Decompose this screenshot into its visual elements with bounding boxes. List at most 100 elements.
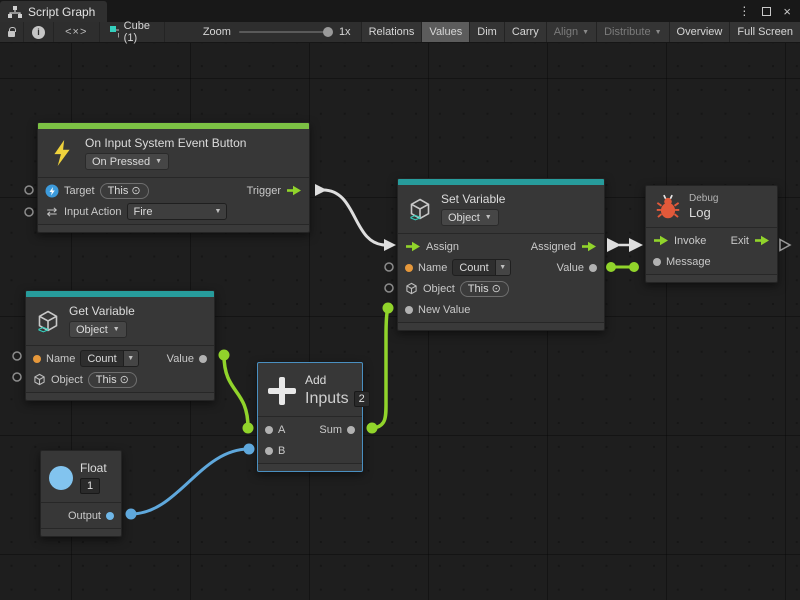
inputs-count-field[interactable]: 2	[354, 391, 370, 407]
zoom-value: 1x	[339, 26, 351, 38]
add-node-header[interactable]: Add Inputs 2	[258, 363, 362, 416]
exit-output-port[interactable]	[754, 235, 770, 246]
zoom-slider-handle[interactable]	[323, 27, 333, 37]
setvar-name-outer-port[interactable]	[385, 263, 393, 271]
float-value-field[interactable]: 1	[80, 478, 100, 494]
node-on-input-system-event-button[interactable]: On Input System Event Button On Pressed …	[37, 122, 310, 233]
node-add[interactable]: Add Inputs 2 A Sum B	[257, 362, 363, 472]
node-set-variable[interactable]: <> Set Variable Object ▼ Assign Assigned	[397, 178, 605, 331]
wire-float-to-b[interactable]	[126, 444, 255, 520]
game-object-port-icon[interactable]	[45, 184, 59, 198]
variable-name-dropdown[interactable]: Count ▼	[452, 259, 510, 276]
overview-button[interactable]: Overview	[669, 22, 730, 42]
close-icon[interactable]: ×	[783, 5, 791, 18]
relations-button[interactable]: Relations	[361, 22, 422, 42]
event-target-outer-port[interactable]	[25, 186, 33, 194]
tab-title: Script Graph	[28, 5, 95, 19]
tab-script-graph[interactable]: Script Graph	[0, 1, 107, 22]
setvar-name-row: Name Count ▼ Value	[398, 257, 604, 278]
node-get-variable[interactable]: <> Get Variable Object ▼ Name Count ▼ Va…	[25, 290, 215, 401]
maximize-icon[interactable]	[762, 7, 771, 16]
value-label: Value	[557, 262, 584, 274]
input-action-dropdown[interactable]: Fire ▼	[127, 203, 227, 220]
lightning-icon	[52, 140, 72, 166]
lock-button[interactable]	[0, 22, 24, 42]
getvar-kind-dropdown[interactable]: Object ▼	[69, 321, 127, 338]
inputs-label: Inputs	[305, 390, 349, 408]
message-input-port[interactable]	[653, 258, 661, 266]
zoom-label: Zoom	[203, 26, 231, 38]
event-node-header[interactable]: On Input System Event Button On Pressed …	[38, 129, 309, 177]
assign-input-port[interactable]	[405, 241, 421, 252]
object-cube-icon	[33, 373, 46, 386]
new-value-label: New Value	[418, 304, 470, 316]
info-icon: i	[32, 26, 45, 39]
code-icon: <>	[410, 213, 420, 224]
distribute-button[interactable]: Distribute▼	[596, 22, 668, 42]
float-node-header[interactable]: Float 1	[41, 451, 121, 502]
float-circle-icon	[49, 466, 73, 490]
wire-value-to-message[interactable]	[606, 262, 639, 272]
invoke-input-port[interactable]	[653, 235, 669, 246]
tab-bar: Script Graph ⋮ ×	[0, 0, 800, 22]
wire-trigger-to-assign[interactable]	[315, 184, 396, 251]
value-output-port[interactable]	[589, 264, 597, 272]
node-title: Add	[305, 373, 370, 387]
object-picker[interactable]: This ⊙	[460, 281, 509, 297]
getvar-name-row: Name Count ▼ Value	[26, 348, 214, 369]
name-input-port[interactable]	[33, 355, 41, 363]
carry-button[interactable]: Carry	[504, 22, 546, 42]
new-value-input-port[interactable]	[405, 306, 413, 314]
output-port[interactable]	[106, 512, 114, 520]
setvar-node-header[interactable]: <> Set Variable Object ▼	[398, 185, 604, 233]
setvar-object-outer-port[interactable]	[385, 284, 393, 292]
node-title: Float	[80, 461, 107, 475]
assigned-label: Assigned	[531, 241, 576, 253]
caret-down-icon: ▼	[155, 158, 162, 165]
align-button[interactable]: Align▼	[546, 22, 596, 42]
trigger-output-port[interactable]	[286, 185, 302, 196]
node-footer	[398, 322, 604, 330]
variable-name-dropdown[interactable]: Count ▼	[80, 350, 138, 367]
trigger-label: Trigger	[247, 185, 281, 197]
getvar-name-outer-port[interactable]	[13, 352, 21, 360]
target-object-picker[interactable]: This ⊙	[100, 183, 149, 199]
b-input-port[interactable]	[265, 447, 273, 455]
node-title: Log	[689, 205, 718, 220]
exit-port-marker[interactable]	[780, 240, 790, 251]
wire-sum-to-newvalue[interactable]	[367, 303, 394, 434]
object-label: Object	[423, 283, 455, 295]
getvar-object-row: Object This ⊙	[26, 369, 214, 390]
target-label: Target	[64, 185, 95, 197]
dim-button[interactable]: Dim	[469, 22, 504, 42]
node-debug-log[interactable]: Debug Log Invoke Exit Message	[645, 185, 778, 283]
debug-node-header[interactable]: Debug Log	[646, 186, 777, 227]
name-input-port[interactable]	[405, 264, 413, 272]
input-action-label: Input Action	[64, 206, 122, 218]
graph-target[interactable]: Cube (1)	[100, 22, 165, 42]
node-footer	[258, 463, 362, 471]
event-mode-dropdown[interactable]: On Pressed ▼	[85, 153, 169, 170]
setvar-kind-dropdown[interactable]: Object ▼	[441, 209, 499, 226]
object-label: Object	[51, 374, 83, 386]
object-picker[interactable]: This ⊙	[88, 372, 137, 388]
assigned-output-port[interactable]	[581, 241, 597, 252]
window-menu-icon[interactable]: ⋮	[738, 4, 750, 18]
wire-assigned-to-invoke[interactable]	[607, 238, 643, 252]
add-a-row: A Sum	[258, 419, 362, 440]
collapse-button[interactable]: <×>	[54, 22, 100, 42]
value-output-port[interactable]	[199, 355, 207, 363]
info-button[interactable]: i	[24, 22, 54, 42]
a-input-port[interactable]	[265, 426, 273, 434]
getvar-node-header[interactable]: <> Get Variable Object ▼	[26, 297, 214, 345]
values-button[interactable]: Values	[421, 22, 469, 42]
event-action-outer-port[interactable]	[25, 208, 33, 216]
node-float[interactable]: Float 1 Output	[40, 450, 122, 537]
sum-output-port[interactable]	[347, 426, 355, 434]
graph-canvas[interactable]: Script Graph ⋮ × i <×> Cube (1) Zoom 1x …	[0, 0, 800, 600]
wire-getvalue-to-a[interactable]	[219, 350, 254, 434]
zoom-slider-track[interactable]	[239, 31, 331, 33]
getvar-object-outer-port[interactable]	[13, 373, 21, 381]
name-label: Name	[418, 262, 447, 274]
fullscreen-button[interactable]: Full Screen	[729, 22, 800, 42]
